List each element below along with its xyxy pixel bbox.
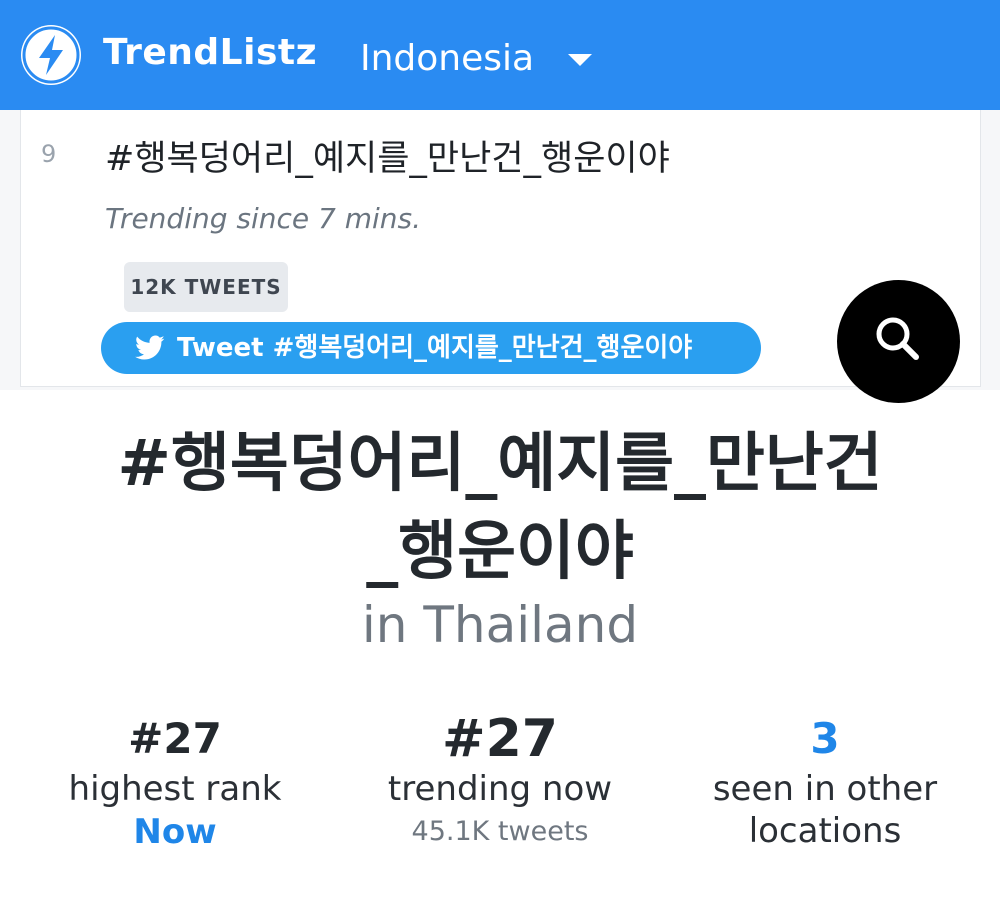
top-navbar: TrendListz Indonesia [0, 0, 1000, 110]
stat-other-locations[interactable]: 3 seen in other locations [675, 710, 975, 852]
brand-name[interactable]: TrendListz [103, 32, 317, 73]
country-selector[interactable]: Indonesia [360, 38, 534, 79]
highest-rank-label: highest rank [68, 769, 282, 809]
stat-highest-rank: #27 highest rank Now [25, 710, 325, 854]
search-icon [876, 317, 919, 360]
highest-rank-when[interactable]: Now [25, 810, 325, 854]
screen: TrendListz Indonesia 9 #행복덩어리_예지를_만난건_행운… [0, 0, 1000, 898]
embedded-screenshot: TrendListz Indonesia 9 #행복덩어리_예지를_만난건_행운… [0, 0, 1000, 403]
trending-now-value: #27 [442, 709, 558, 769]
trending-now-label: trending now [387, 769, 613, 809]
trending-since: Trending since 7 mins. [105, 202, 422, 235]
trend-rank: 9 [41, 140, 57, 168]
trend-hashtag[interactable]: #행복덩어리_예지를_만난건_행운이야 [105, 130, 670, 181]
trend-title-line-2: _행운이야 [366, 515, 634, 589]
other-locations-count[interactable]: 3 [675, 710, 975, 768]
search-button[interactable] [837, 280, 960, 403]
tweet-button[interactable]: Tweet #행복덩어리_예지를_만난건_행운이야 [101, 322, 761, 374]
trending-now-tweets: 45.1K tweets [411, 816, 589, 847]
highest-rank-value: #27 [128, 714, 222, 763]
trend-title-line-1: #행복덩어리_예지를_만난건 [117, 427, 883, 501]
trend-location: in Thailand [361, 596, 639, 654]
tweets-count-badge: 12K TWEETS [124, 262, 288, 312]
other-locations-label-2: locations [748, 811, 902, 851]
lightning-bolt-icon[interactable] [21, 25, 81, 85]
tweet-button-label: Tweet #행복덩어리_예지를_만난건_행운이야 [177, 333, 693, 363]
caret-down-icon[interactable] [568, 54, 592, 66]
stat-trending-now: #27 trending now 45.1K tweets [350, 710, 650, 854]
twitter-bird-icon [135, 335, 165, 360]
other-locations-label-1: seen in other [712, 769, 938, 809]
trend-title: #행복덩어리_예지를_만난건 _행운이야 [40, 420, 960, 596]
